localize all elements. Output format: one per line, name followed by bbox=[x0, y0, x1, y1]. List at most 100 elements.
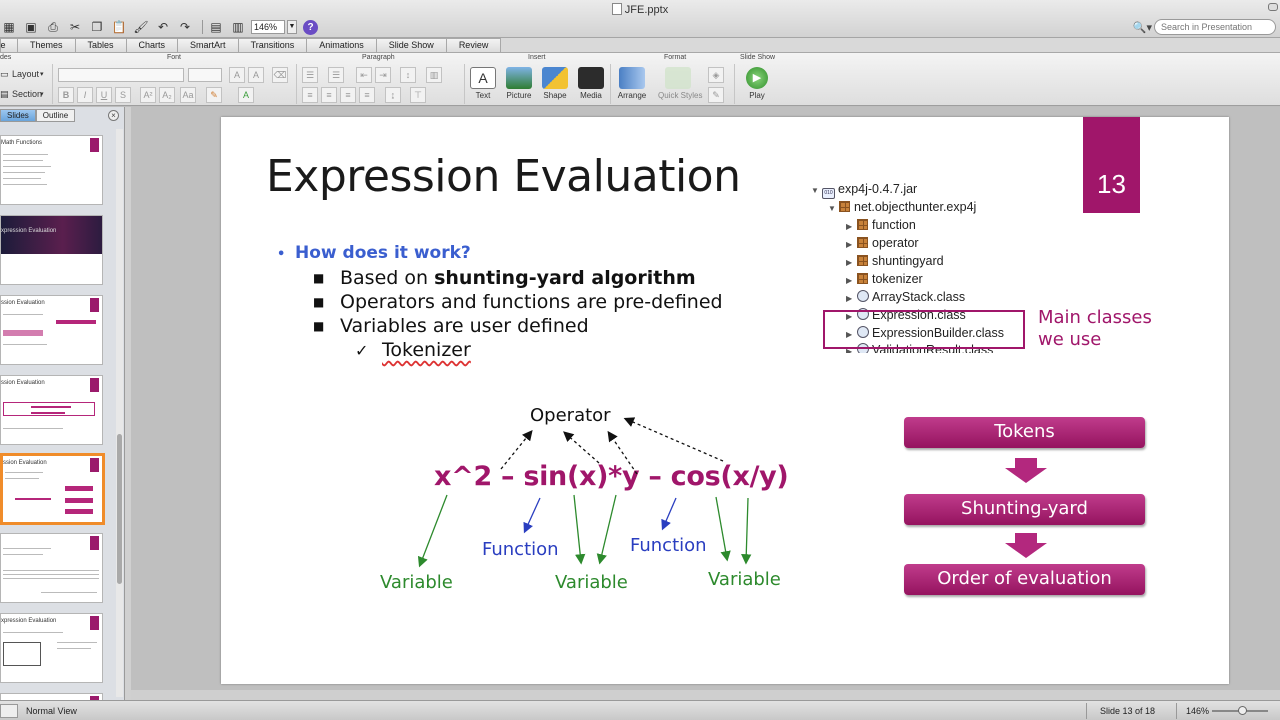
zoom-slider-handle[interactable] bbox=[1238, 706, 1247, 715]
shadow-icon[interactable]: S bbox=[115, 87, 131, 103]
slide-thumbnail[interactable]: ssion Evaluation bbox=[0, 295, 103, 365]
bold-icon[interactable]: B bbox=[58, 87, 74, 103]
text-direction-icon[interactable]: ↕ bbox=[400, 67, 416, 83]
vertical-align-icon[interactable]: ⊤ bbox=[410, 87, 426, 103]
paste-icon[interactable]: 📋 bbox=[110, 19, 128, 35]
undo-icon[interactable]: ↶ bbox=[154, 19, 172, 35]
bullet-main: • How does it work? bbox=[277, 243, 471, 263]
tab-slide-show[interactable]: Slide Show bbox=[375, 38, 447, 52]
superscript-icon[interactable]: A² bbox=[140, 87, 156, 103]
tab-animations[interactable]: Animations bbox=[306, 38, 377, 52]
horizontal-scrollbar[interactable] bbox=[131, 690, 1280, 700]
font-size-field[interactable] bbox=[188, 68, 222, 82]
align-right-icon[interactable]: ≡ bbox=[340, 87, 356, 103]
tab-slides[interactable]: Slides bbox=[0, 109, 36, 122]
flow-box-order[interactable]: Order of evaluation bbox=[904, 564, 1145, 595]
tab-charts[interactable]: Charts bbox=[125, 38, 179, 52]
collapse-triangle-icon: ▶ bbox=[846, 276, 853, 285]
copy-icon[interactable]: ❐ bbox=[88, 19, 106, 35]
slide[interactable]: Expression Evaluation 13 • How does it wo… bbox=[221, 117, 1229, 684]
search-icon[interactable]: 🔍▾ bbox=[1133, 21, 1152, 34]
play-button[interactable]: ▶ Play bbox=[737, 67, 777, 100]
tab-transitions[interactable]: Transitions bbox=[237, 38, 308, 52]
bullet-list[interactable]: • How does it work? ■ Based on shunting-ya… bbox=[277, 243, 723, 361]
tree-row-package: ▼ net.objecthunter.exp4j bbox=[828, 199, 976, 215]
indent-decrease-icon[interactable]: ⇤ bbox=[356, 67, 372, 83]
tab-smartart[interactable]: SmartArt bbox=[177, 38, 239, 52]
align-center-icon[interactable]: ≡ bbox=[321, 87, 337, 103]
arrange-button[interactable]: Arrange bbox=[612, 67, 652, 100]
normal-view-icon[interactable] bbox=[0, 704, 18, 718]
search-input[interactable] bbox=[1154, 19, 1276, 35]
insert-picture-button[interactable]: Picture bbox=[499, 67, 539, 100]
italic-icon[interactable]: I bbox=[77, 87, 93, 103]
line-spacing-icon[interactable]: ↨ bbox=[385, 87, 401, 103]
tree-row: ▶ operator bbox=[846, 235, 919, 251]
bullets-icon[interactable]: ☰ bbox=[302, 67, 318, 83]
tab-home[interactable]: me bbox=[0, 38, 18, 52]
redo-icon[interactable]: ↷ bbox=[176, 19, 194, 35]
tab-outline[interactable]: Outline bbox=[35, 109, 76, 122]
save-icon[interactable]: ▣ bbox=[22, 19, 40, 35]
layout-icon[interactable]: ▭ bbox=[0, 69, 9, 80]
window-title: JFE.pptx bbox=[0, 3, 1280, 16]
insert-media-button[interactable]: Media bbox=[571, 67, 611, 100]
slide-thumbnail-selected[interactable]: ssion Evaluation bbox=[0, 453, 105, 525]
zoom-field[interactable]: 146% bbox=[251, 20, 285, 34]
align-left-icon[interactable]: ≡ bbox=[302, 87, 318, 103]
chevron-down-icon: ▾ bbox=[40, 91, 44, 98]
help-icon[interactable]: ? bbox=[303, 19, 318, 35]
thumb-text-line bbox=[3, 428, 63, 429]
slide-thumbnail[interactable]: xpression Evaluation bbox=[0, 215, 103, 285]
operator-arrow bbox=[623, 417, 724, 462]
collapse-triangle-icon: ▶ bbox=[846, 240, 853, 249]
bullet-item: ■ Operators and functions are pre-defined bbox=[313, 291, 723, 313]
close-icon[interactable]: × bbox=[108, 110, 119, 121]
clear-format-icon[interactable]: ⌫ bbox=[272, 67, 288, 83]
insert-text-button[interactable]: A Text bbox=[463, 67, 503, 100]
section-icon[interactable]: ▤ bbox=[0, 89, 9, 100]
slide-thumbnail[interactable]: Math Functions bbox=[0, 135, 103, 205]
tab-tables[interactable]: Tables bbox=[74, 38, 127, 52]
grow-font-icon[interactable]: A bbox=[229, 67, 245, 83]
flow-box-shunting-yard[interactable]: Shunting-yard bbox=[904, 494, 1145, 525]
font-name-field[interactable] bbox=[58, 68, 184, 82]
insert-shape-button[interactable]: Shape bbox=[535, 67, 575, 100]
flow-box-tokens[interactable]: Tokens bbox=[904, 417, 1145, 448]
show-icon[interactable]: ▥ bbox=[229, 19, 247, 35]
justify-icon[interactable]: ≡ bbox=[359, 87, 375, 103]
indent-increase-icon[interactable]: ⇥ bbox=[375, 67, 391, 83]
slide-title[interactable]: Expression Evaluation bbox=[266, 151, 741, 202]
change-case-icon[interactable]: Aa bbox=[180, 87, 196, 103]
format-painter-icon[interactable]: 🖌 bbox=[132, 19, 150, 35]
underline-icon[interactable]: U bbox=[96, 87, 112, 103]
zoom-dropdown-icon[interactable]: ▼ bbox=[287, 20, 297, 34]
layout-button[interactable]: Layout bbox=[12, 69, 39, 79]
gallery-icon[interactable]: ▦ bbox=[0, 19, 18, 35]
fill-icon[interactable]: ◈ bbox=[708, 67, 724, 83]
section-button[interactable]: Section bbox=[12, 89, 42, 99]
tab-review[interactable]: Review bbox=[445, 38, 502, 52]
window-expand-button[interactable] bbox=[1268, 3, 1278, 11]
panel-scrollbar[interactable] bbox=[116, 129, 123, 697]
line-icon[interactable]: ✎ bbox=[708, 87, 724, 103]
panel-scrollbar-thumb[interactable] bbox=[117, 434, 122, 584]
slide-thumbnail[interactable]: ssion Evaluation bbox=[0, 375, 103, 445]
numbering-icon[interactable]: ☰ bbox=[328, 67, 344, 83]
cut-icon[interactable]: ✂ bbox=[66, 19, 84, 35]
group-title-slideshow: Slide Show bbox=[740, 54, 776, 61]
slide-thumbnail[interactable] bbox=[0, 533, 103, 603]
slide-thumbnail[interactable]: xpression Evaluation bbox=[0, 613, 103, 683]
group-title-paragraph: Paragraph bbox=[362, 54, 395, 61]
quick-styles-button[interactable]: Quick Styles bbox=[658, 67, 702, 100]
print-icon[interactable]: ⎙ bbox=[44, 19, 62, 35]
highlight-icon[interactable]: ✎ bbox=[206, 87, 222, 103]
font-color-icon[interactable]: A bbox=[238, 87, 254, 103]
shrink-font-icon[interactable]: A bbox=[248, 67, 264, 83]
tab-themes[interactable]: Themes bbox=[17, 38, 76, 52]
subscript-icon[interactable]: A₂ bbox=[159, 87, 175, 103]
panel-tabs: Slides Outline bbox=[0, 109, 76, 123]
slide-sorter-icon[interactable]: ▤ bbox=[207, 19, 225, 35]
group-title-font: Font bbox=[167, 54, 182, 61]
columns-icon[interactable]: ▥ bbox=[426, 67, 442, 83]
